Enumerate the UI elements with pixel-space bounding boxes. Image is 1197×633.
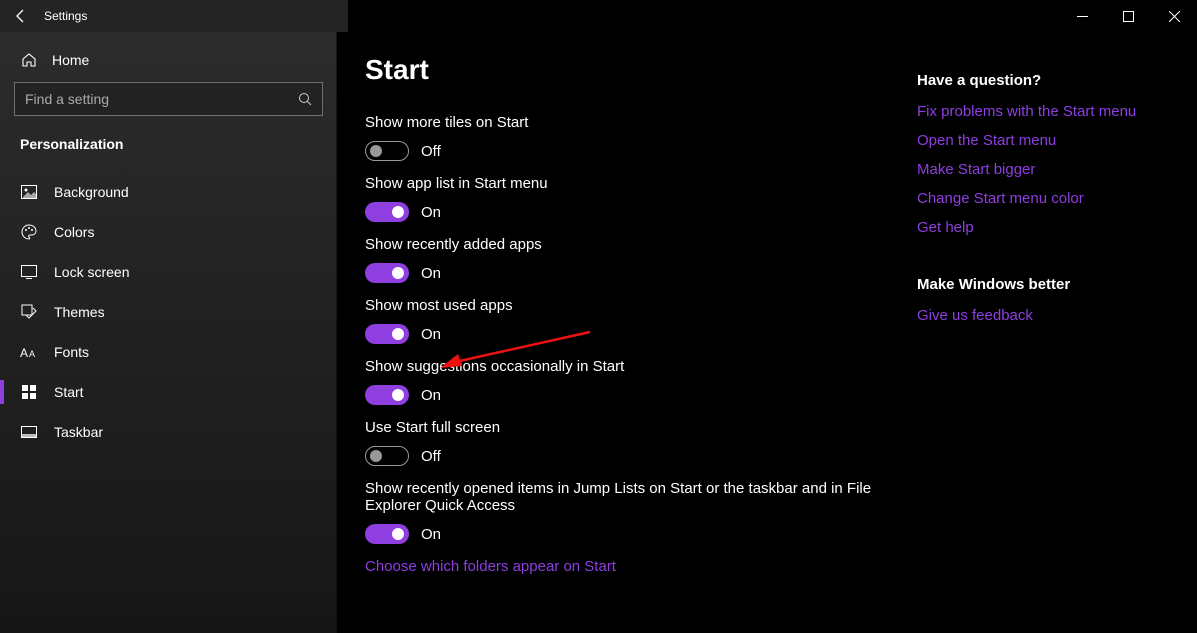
svg-text:A: A (29, 349, 35, 359)
choose-folders-link[interactable]: Choose which folders appear on Start (365, 558, 616, 575)
window-title: Settings (44, 9, 87, 23)
arrow-left-icon (13, 8, 29, 24)
lockscreen-icon (20, 265, 38, 279)
toggle-state-text: On (421, 387, 441, 404)
setting-label: Show more tiles on Start (365, 114, 889, 131)
sidebar-item-label: Themes (54, 304, 105, 320)
setting-label: Use Start full screen (365, 419, 889, 436)
help-link[interactable]: Make Start bigger (917, 161, 1177, 178)
close-icon (1169, 11, 1180, 22)
sidebar-item-label: Fonts (54, 344, 89, 360)
sidebar-item-label: Start (54, 384, 84, 400)
sidebar-item-taskbar[interactable]: Taskbar (14, 412, 323, 452)
search-icon (298, 92, 312, 106)
aside-question-header: Have a question? (917, 72, 1177, 89)
page-title: Start (365, 54, 889, 86)
section-header: Personalization (14, 136, 323, 172)
toggle-2[interactable] (365, 263, 409, 283)
palette-icon (20, 224, 38, 240)
sidebar-item-label: Colors (54, 224, 94, 240)
toggle-3[interactable] (365, 324, 409, 344)
setting-label: Show suggestions occasionally in Start (365, 358, 889, 375)
help-link[interactable]: Get help (917, 219, 1177, 236)
sidebar-item-colors[interactable]: Colors (14, 212, 323, 252)
give-feedback-link[interactable]: Give us feedback (917, 307, 1177, 324)
help-link[interactable]: Fix problems with the Start menu (917, 103, 1177, 120)
toggle-5[interactable] (365, 446, 409, 466)
toggle-state-text: Off (421, 448, 441, 465)
sidebar-item-lock-screen[interactable]: Lock screen (14, 252, 323, 292)
aside-feedback-header: Make Windows better (917, 276, 1177, 293)
toggle-6[interactable] (365, 524, 409, 544)
sidebar-item-start[interactable]: Start (14, 372, 323, 412)
toggle-state-text: On (421, 265, 441, 282)
sidebar-item-label: Taskbar (54, 424, 103, 440)
toggle-0[interactable] (365, 141, 409, 161)
maximize-icon (1123, 11, 1134, 22)
toggle-state-text: Off (421, 143, 441, 160)
setting-label: Show recently added apps (365, 236, 889, 253)
help-link[interactable]: Open the Start menu (917, 132, 1177, 149)
sidebar-item-themes[interactable]: Themes (14, 292, 323, 332)
setting-label: Show most used apps (365, 297, 889, 314)
sidebar-item-fonts[interactable]: AA Fonts (14, 332, 323, 372)
taskbar-icon (20, 426, 38, 438)
svg-text:A: A (20, 346, 28, 359)
start-icon (20, 385, 38, 399)
back-button[interactable] (0, 0, 42, 32)
setting-label: Show app list in Start menu (365, 175, 889, 192)
toggle-4[interactable] (365, 385, 409, 405)
toggle-state-text: On (421, 204, 441, 221)
setting-label: Show recently opened items in Jump Lists… (365, 480, 889, 514)
search-box[interactable] (14, 82, 323, 116)
sidebar-item-label: Background (54, 184, 129, 200)
home-label: Home (52, 52, 89, 68)
minimize-button[interactable] (1059, 0, 1105, 32)
sidebar-item-label: Lock screen (54, 264, 129, 280)
maximize-button[interactable] (1105, 0, 1151, 32)
image-icon (20, 185, 38, 199)
help-link[interactable]: Change Start menu color (917, 190, 1177, 207)
toggle-state-text: On (421, 526, 441, 543)
close-button[interactable] (1151, 0, 1197, 32)
toggle-1[interactable] (365, 202, 409, 222)
themes-icon (20, 304, 38, 320)
search-input[interactable] (25, 91, 298, 107)
toggle-state-text: On (421, 326, 441, 343)
fonts-icon: AA (20, 345, 38, 359)
home-nav[interactable]: Home (14, 42, 323, 82)
home-icon (20, 52, 38, 68)
sidebar-item-background[interactable]: Background (14, 172, 323, 212)
minimize-icon (1077, 11, 1088, 22)
